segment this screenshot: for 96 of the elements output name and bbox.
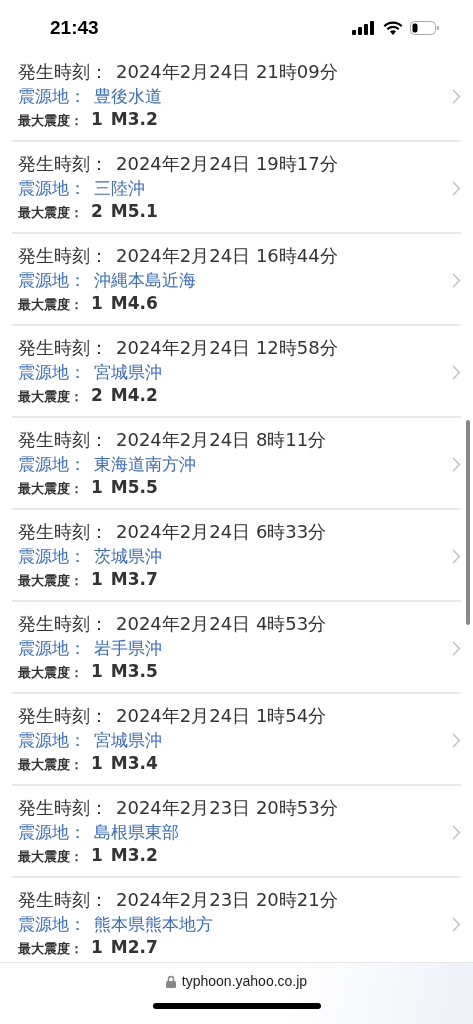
earthquake-row[interactable]: 発生時刻： 2024年2月24日 19時17分 震源地： 三陸沖 最大震度： 2 M5.1	[12, 142, 461, 234]
magnitude: M5.1	[110, 200, 158, 222]
occurrence-time: 2024年2月24日 19時17分	[116, 152, 338, 176]
time-label: 発生時刻：	[18, 704, 108, 728]
time-label: 発生時刻：	[18, 796, 108, 820]
intensity-label: 最大震度：	[18, 572, 83, 590]
epicenter-label: 震源地：	[18, 453, 86, 475]
max-intensity: 1	[91, 476, 103, 498]
occurrence-time: 2024年2月24日 6時33分	[116, 520, 327, 544]
chevron-icon	[452, 548, 461, 564]
epicenter: 島根県東部	[94, 821, 179, 843]
occurrence-time: 2024年2月23日 20時21分	[116, 888, 338, 912]
time-label: 発生時刻：	[18, 888, 108, 912]
chevron-icon	[452, 364, 461, 380]
chevron-icon	[452, 88, 461, 104]
max-intensity: 1	[91, 660, 103, 682]
occurrence-time: 2024年2月24日 8時11分	[116, 428, 327, 452]
max-intensity: 1	[91, 844, 103, 866]
chevron-icon	[452, 732, 461, 748]
epicenter-label: 震源地：	[18, 269, 86, 291]
earthquake-row[interactable]: 発生時刻： 2024年2月24日 6時33分 震源地： 茨城県沖 最大震度： 1 M3.7	[12, 510, 461, 602]
max-intensity: 2	[91, 200, 103, 222]
time-label: 発生時刻：	[18, 336, 108, 360]
magnitude: M4.2	[110, 384, 158, 406]
occurrence-time: 2024年2月24日 4時53分	[116, 612, 327, 636]
earthquake-row[interactable]: 発生時刻： 2024年2月24日 4時53分 震源地： 岩手県沖 最大震度： 1 M3.5	[12, 602, 461, 694]
magnitude: M2.7	[110, 936, 158, 958]
wifi-icon	[383, 21, 403, 35]
epicenter-label: 震源地：	[18, 361, 86, 383]
magnitude: M3.4	[110, 752, 158, 774]
time-label: 発生時刻：	[18, 244, 108, 268]
occurrence-time: 2024年2月24日 1時54分	[116, 704, 327, 728]
intensity-label: 最大震度：	[18, 480, 83, 498]
magnitude: M3.5	[110, 660, 158, 682]
earthquake-row[interactable]: 発生時刻： 2024年2月24日 21時09分 震源地： 豊後水道 最大震度： 1 M3.2	[12, 50, 461, 142]
battery-icon	[410, 21, 439, 35]
chevron-icon	[452, 824, 461, 840]
chevron-icon	[452, 640, 461, 656]
epicenter-label: 震源地：	[18, 85, 86, 107]
epicenter: 茨城県沖	[94, 545, 162, 567]
epicenter: 宮城県沖	[94, 729, 162, 751]
max-intensity: 1	[91, 292, 103, 314]
chevron-icon	[452, 916, 461, 932]
occurrence-time: 2024年2月24日 21時09分	[116, 60, 338, 84]
epicenter: 沖縄本島近海	[94, 269, 196, 291]
epicenter-label: 震源地：	[18, 729, 86, 751]
intensity-label: 最大震度：	[18, 112, 83, 130]
epicenter: 三陸沖	[94, 177, 145, 199]
intensity-label: 最大震度：	[18, 756, 83, 774]
address-bar[interactable]: typhoon.yahoo.co.jp	[0, 962, 473, 1024]
intensity-label: 最大震度：	[18, 940, 83, 958]
chevron-icon	[452, 456, 461, 472]
epicenter-label: 震源地：	[18, 913, 86, 935]
chevron-icon	[452, 180, 461, 196]
occurrence-time: 2024年2月24日 12時58分	[116, 336, 338, 360]
intensity-label: 最大震度：	[18, 296, 83, 314]
max-intensity: 1	[91, 108, 103, 130]
signal-icon	[352, 21, 376, 35]
epicenter: 熊本県熊本地方	[94, 913, 213, 935]
magnitude: M3.2	[110, 108, 158, 130]
epicenter-label: 震源地：	[18, 637, 86, 659]
epicenter: 宮城県沖	[94, 361, 162, 383]
status-time: 21:43	[50, 17, 99, 39]
max-intensity: 1	[91, 568, 103, 590]
intensity-label: 最大震度：	[18, 388, 83, 406]
earthquake-row[interactable]: 発生時刻： 2024年2月24日 16時44分 震源地： 沖縄本島近海 最大震度： 1 M4.6	[12, 234, 461, 326]
lock-icon	[165, 974, 176, 988]
time-label: 発生時刻：	[18, 152, 108, 176]
max-intensity: 1	[91, 936, 103, 958]
max-intensity: 1	[91, 752, 103, 774]
time-label: 発生時刻：	[18, 60, 108, 84]
magnitude: M3.7	[110, 568, 158, 590]
earthquake-row[interactable]: 発生時刻： 2024年2月23日 20時53分 震源地： 島根県東部 最大震度： 1 M3.2	[12, 786, 461, 878]
magnitude: M3.2	[110, 844, 158, 866]
occurrence-time: 2024年2月24日 16時44分	[116, 244, 338, 268]
magnitude: M4.6	[110, 292, 158, 314]
time-label: 発生時刻：	[18, 520, 108, 544]
epicenter-label: 震源地：	[18, 545, 86, 567]
earthquake-row[interactable]: 発生時刻： 2024年2月24日 12時58分 震源地： 宮城県沖 最大震度： 2 M4.2	[12, 326, 461, 418]
occurrence-time: 2024年2月23日 20時53分	[116, 796, 338, 820]
intensity-label: 最大震度：	[18, 204, 83, 222]
intensity-label: 最大震度：	[18, 664, 83, 682]
earthquake-row[interactable]: 発生時刻： 2024年2月24日 8時11分 震源地： 東海道南方沖 最大震度： 1 M5.5	[12, 418, 461, 510]
epicenter-label: 震源地：	[18, 821, 86, 843]
epicenter: 岩手県沖	[94, 637, 162, 659]
epicenter: 豊後水道	[94, 85, 162, 107]
earthquake-row[interactable]: 発生時刻： 2024年2月24日 1時54分 震源地： 宮城県沖 最大震度： 1 M3.4	[12, 694, 461, 786]
time-label: 発生時刻：	[18, 428, 108, 452]
epicenter-label: 震源地：	[18, 177, 86, 199]
url-text: typhoon.yahoo.co.jp	[181, 973, 308, 989]
chevron-icon	[452, 272, 461, 288]
time-label: 発生時刻：	[18, 612, 108, 636]
intensity-label: 最大震度：	[18, 848, 83, 866]
max-intensity: 2	[91, 384, 103, 406]
magnitude: M5.5	[110, 476, 158, 498]
epicenter: 東海道南方沖	[94, 453, 196, 475]
